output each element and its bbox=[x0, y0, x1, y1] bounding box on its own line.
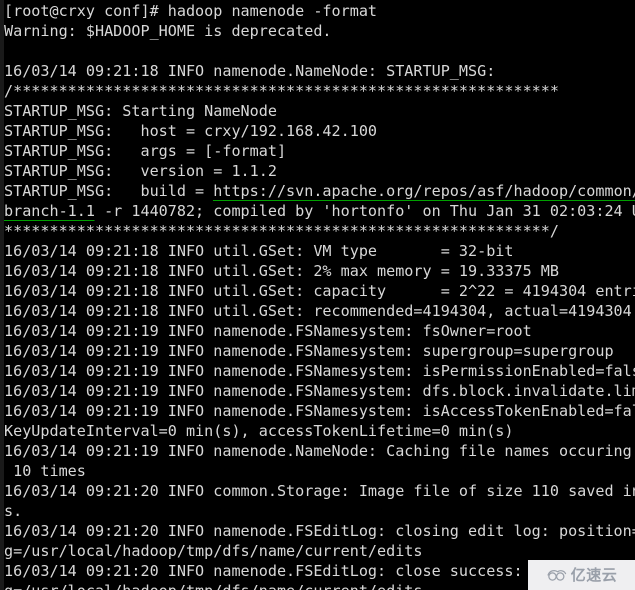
terminal-window[interactable]: [root@crxy conf]# hadoop namenode -forma… bbox=[0, 0, 635, 590]
terminal-line: s. bbox=[4, 502, 23, 520]
terminal-line: STARTUP_MSG: host = crxy/192.168.42.100 bbox=[4, 122, 378, 140]
terminal-line-build-url: STARTUP_MSG: build = https://svn.apache.… bbox=[4, 181, 635, 201]
terminal-line: 16/03/14 09:21:18 INFO util.GSet: capaci… bbox=[4, 282, 635, 300]
terminal-output-area[interactable]: [root@crxy conf]# hadoop namenode -forma… bbox=[4, 1, 635, 590]
hadoop-branch-link[interactable]: branch-1.1 bbox=[4, 202, 95, 221]
terminal-line: 16/03/14 09:21:18 INFO util.GSet: 2% max… bbox=[4, 262, 559, 280]
build-label: STARTUP_MSG: build = bbox=[4, 182, 214, 200]
terminal-line: 16/03/14 09:21:19 INFO namenode.FSNamesy… bbox=[4, 342, 614, 360]
terminal-line: KeyUpdateInterval=0 min(s), accessTokenL… bbox=[4, 422, 514, 440]
watermark-badge: 亿速云 bbox=[528, 560, 635, 590]
terminal-line: 16/03/14 09:21:20 INFO namenode.FSEditLo… bbox=[4, 522, 635, 540]
terminal-line: STARTUP_MSG: Starting NameNode bbox=[4, 102, 277, 120]
terminal-line: 16/03/14 09:21:19 INFO namenode.NameNode… bbox=[4, 442, 632, 460]
terminal-line: 16/03/14 09:21:18 INFO namenode.NameNode… bbox=[4, 62, 496, 80]
hadoop-svn-url-link[interactable]: https://svn.apache.org/repos/asf/hadoop/… bbox=[213, 182, 635, 201]
terminal-line: STARTUP_MSG: args = [-format] bbox=[4, 142, 287, 160]
terminal-left-gutter bbox=[0, 0, 4, 590]
terminal-line-branch: branch-1.1 -r 1440782; compiled by 'hort… bbox=[4, 201, 635, 221]
terminal-line: 16/03/14 09:21:19 INFO namenode.FSNamesy… bbox=[4, 402, 635, 420]
build-meta: -r 1440782; compiled by 'hortonfo' on Th… bbox=[104, 202, 635, 220]
terminal-line: 16/03/14 09:21:18 INFO util.GSet: recomm… bbox=[4, 302, 632, 320]
terminal-line: 10 times bbox=[4, 462, 86, 480]
terminal-line: Warning: $HADOOP_HOME is deprecated. bbox=[4, 22, 332, 40]
terminal-line: 16/03/14 09:21:19 INFO namenode.FSNamesy… bbox=[4, 322, 532, 340]
terminal-line: STARTUP_MSG: version = 1.1.2 bbox=[4, 162, 277, 180]
terminal-line: [root@crxy conf]# hadoop namenode -forma… bbox=[4, 2, 378, 20]
terminal-line: /***************************************… bbox=[4, 82, 559, 100]
terminal-line: 16/03/14 09:21:19 INFO namenode.FSNamesy… bbox=[4, 382, 635, 400]
terminal-line: 16/03/14 09:21:19 INFO namenode.FSNamesy… bbox=[4, 362, 635, 380]
terminal-line: ****************************************… bbox=[4, 222, 559, 240]
cloud-icon bbox=[546, 568, 568, 583]
watermark-text: 亿速云 bbox=[570, 565, 618, 584]
terminal-line: 16/03/14 09:21:20 INFO common.Storage: I… bbox=[4, 482, 635, 500]
terminal-line: g=/usr/local/hadoop/tmp/dfs/name/current… bbox=[4, 542, 423, 560]
terminal-line: 16/03/14 09:21:18 INFO util.GSet: VM typ… bbox=[4, 242, 514, 260]
